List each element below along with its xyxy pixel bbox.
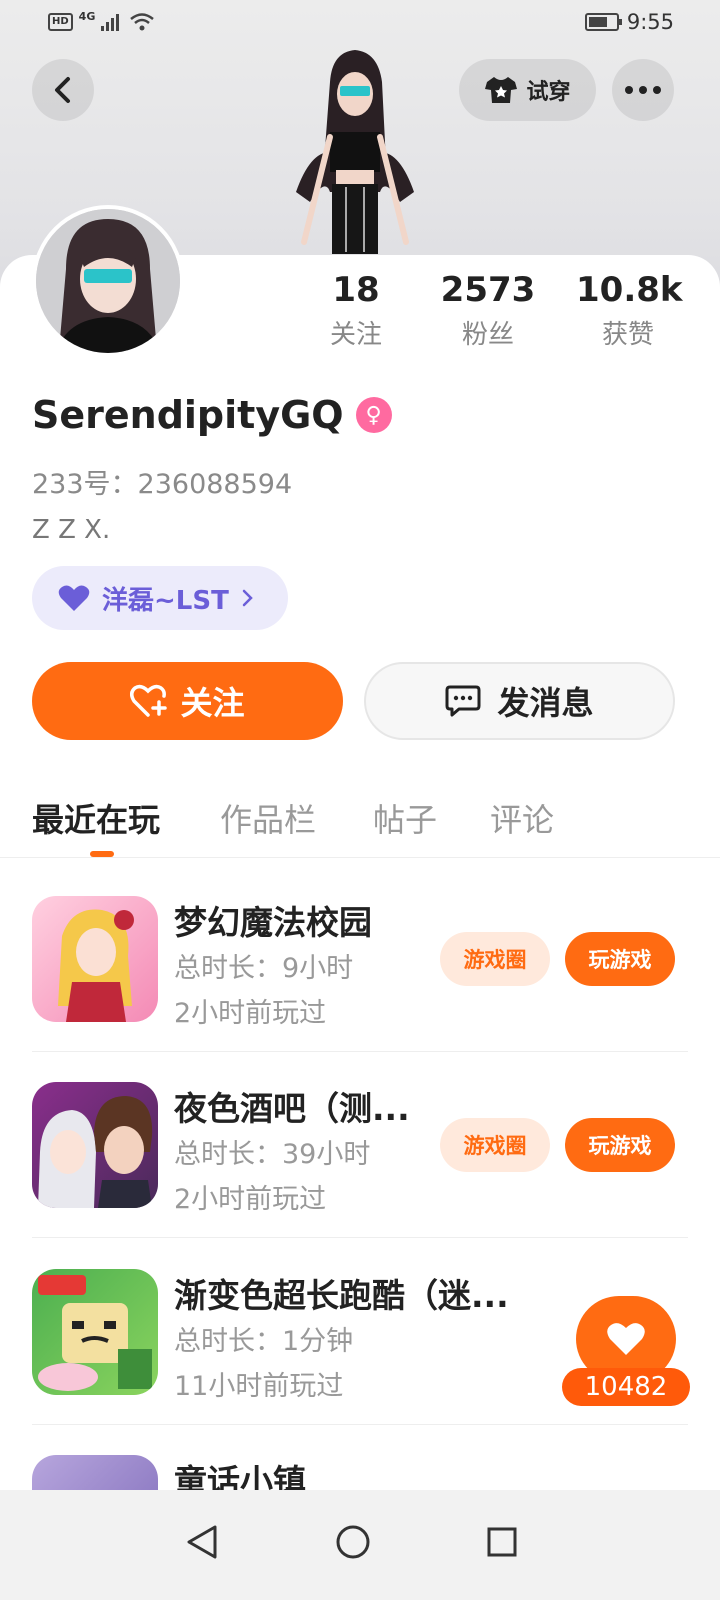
like-count: 10482 xyxy=(562,1368,690,1406)
tab-posts[interactable]: 帖子 xyxy=(373,795,437,841)
heart-icon xyxy=(607,1323,645,1355)
more-button[interactable] xyxy=(612,59,674,121)
hd-badge: HD xyxy=(48,13,73,31)
game-duration: 总时长：1分钟 xyxy=(174,1326,354,1357)
game-name: 梦幻魔法校园 xyxy=(174,903,372,942)
user-id: 233号：236088594 xyxy=(32,469,293,500)
clock: 9:55 xyxy=(626,10,674,34)
stat-likes[interactable]: 10.8k 获赞 xyxy=(576,270,683,351)
row-divider xyxy=(32,1237,688,1238)
play-game-button[interactable]: 玩游戏 xyxy=(565,1118,675,1172)
relationship-tag-label: 洋磊~LST xyxy=(102,585,229,616)
tabs-divider xyxy=(0,857,720,858)
nav-recents-button[interactable] xyxy=(472,1512,532,1572)
stat-following-value: 18 xyxy=(332,270,380,310)
back-button[interactable] xyxy=(32,59,94,121)
game-circle-button[interactable]: 游戏圈 xyxy=(440,1118,550,1172)
try-on-label: 试穿 xyxy=(526,80,571,105)
more-dots-icon xyxy=(625,86,661,94)
username: SerendipityGQ xyxy=(32,393,344,437)
game-icon xyxy=(32,1269,158,1395)
game-duration: 总时长：9小时 xyxy=(174,953,354,984)
game-icon xyxy=(32,896,158,1022)
tab-comments[interactable]: 评论 xyxy=(490,795,554,841)
battery-icon xyxy=(584,13,622,31)
stat-followers-label: 粉丝 xyxy=(461,320,514,350)
game-row[interactable]: 梦幻魔法校园 总时长：9小时 2小时前玩过 游戏圈 玩游戏 xyxy=(32,896,688,1082)
game-name: 渐变色超长跑酷（迷... xyxy=(174,1276,509,1315)
stat-followers-value: 2573 xyxy=(440,270,536,310)
stat-following[interactable]: 18 关注 xyxy=(316,270,396,351)
game-last-played: 2小时前玩过 xyxy=(174,998,327,1029)
female-gender-icon: ♀ xyxy=(355,397,392,433)
message-button[interactable]: 发消息 xyxy=(364,662,675,740)
nav-back-button[interactable] xyxy=(172,1512,232,1572)
stat-likes-value: 10.8k xyxy=(576,270,683,310)
tab-works[interactable]: 作品栏 xyxy=(220,795,316,841)
signal-icon xyxy=(101,14,120,31)
circle-home-icon xyxy=(336,1525,370,1559)
stat-followers[interactable]: 2573 粉丝 xyxy=(440,270,536,351)
chevron-right-icon xyxy=(242,589,253,607)
game-name: 夜色酒吧（测... xyxy=(174,1089,410,1128)
game-last-played: 2小时前玩过 xyxy=(174,1184,327,1215)
row-divider xyxy=(32,1424,688,1425)
follow-button-label: 关注 xyxy=(180,684,245,722)
username-row: SerendipityGQ ♀ xyxy=(32,393,392,437)
triangle-back-icon xyxy=(187,1525,217,1559)
try-on-button[interactable]: 试穿 xyxy=(459,59,596,121)
follow-button[interactable]: 关注 xyxy=(32,662,343,740)
game-row[interactable]: 夜色酒吧（测... 总时长：39小时 2小时前玩过 游戏圈 玩游戏 xyxy=(32,1082,688,1268)
bio: Z Z X. xyxy=(32,515,111,545)
shirt-icon xyxy=(485,77,518,103)
stat-following-label: 关注 xyxy=(329,320,382,350)
message-button-label: 发消息 xyxy=(497,684,594,722)
game-circle-button[interactable]: 游戏圈 xyxy=(440,932,550,986)
system-navigation-bar xyxy=(0,1490,720,1600)
tab-recently-played[interactable]: 最近在玩 xyxy=(32,795,160,841)
game-duration: 总时长：39小时 xyxy=(174,1139,371,1170)
game-icon xyxy=(32,1082,158,1208)
play-game-button[interactable]: 玩游戏 xyxy=(565,932,675,986)
avatar[interactable] xyxy=(32,205,184,357)
chat-bubble-icon xyxy=(445,685,481,717)
relationship-tag[interactable]: 洋磊~LST xyxy=(32,566,288,630)
avatar-figure-image xyxy=(290,42,420,255)
row-divider xyxy=(32,1051,688,1052)
network-label: 4G xyxy=(78,9,96,23)
back-arrow-icon xyxy=(55,77,70,103)
square-recents-icon xyxy=(487,1527,517,1557)
stat-likes-label: 获赞 xyxy=(601,320,654,350)
wifi-icon xyxy=(130,13,155,31)
game-last-played: 11小时前玩过 xyxy=(174,1371,344,1402)
floating-like-widget[interactable]: 10482 xyxy=(562,1296,690,1411)
heart-icon xyxy=(58,585,90,611)
heart-plus-icon xyxy=(130,684,168,717)
nav-home-button[interactable] xyxy=(323,1512,383,1572)
